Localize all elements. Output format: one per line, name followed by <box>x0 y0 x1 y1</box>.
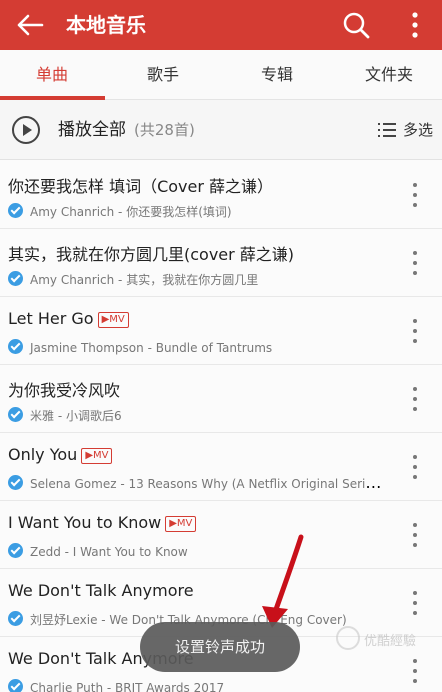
check-icon <box>8 543 23 558</box>
search-button[interactable] <box>336 5 376 45</box>
mv-badge[interactable]: ▶MV <box>165 516 197 532</box>
tab-folders[interactable]: 文件夹 <box>339 50 439 100</box>
song-title: 你还要我怎样 填词（Cover 薛之谦） <box>8 177 274 196</box>
multi-select-button[interactable]: 多选 <box>378 100 438 160</box>
page-title: 本地音乐 <box>66 13 146 37</box>
watermark-logo-icon <box>336 626 360 650</box>
list-item[interactable]: 你还要我怎样 填词（Cover 薛之谦） Amy Chanrich - 你还要我… <box>0 161 442 229</box>
check-icon <box>8 339 23 354</box>
back-button[interactable] <box>10 5 50 45</box>
song-subtitle: Amy Chanrich - 你还要我怎样(填词) <box>30 205 232 219</box>
row-more-button[interactable] <box>408 659 422 683</box>
row-more-button[interactable] <box>408 455 422 479</box>
list-item[interactable]: 为你我受冷风吹 米雅 - 小调歌后6 <box>0 365 442 433</box>
check-icon <box>8 611 23 626</box>
song-subtitle: Jasmine Thompson - Bundle of Tantrums <box>30 341 273 355</box>
list-item[interactable]: 其实，我就在你方圆几里(cover 薛之谦) Amy Chanrich - 其实… <box>0 229 442 297</box>
song-subtitle: 米雅 - 小调歌后6 <box>30 409 122 423</box>
row-more-button[interactable] <box>408 319 422 343</box>
song-title: I Want You to Know <box>8 513 162 532</box>
tab-artists[interactable]: 歌手 <box>113 50 213 100</box>
song-list: 你还要我怎样 填词（Cover 薛之谦） Amy Chanrich - 你还要我… <box>0 161 442 692</box>
row-more-button[interactable] <box>408 183 422 207</box>
row-more-button[interactable] <box>408 251 422 275</box>
tab-bar: 单曲 歌手 专辑 文件夹 <box>0 50 442 100</box>
mv-badge[interactable]: ▶MV <box>97 312 129 328</box>
search-icon <box>343 12 370 39</box>
check-icon <box>8 679 23 692</box>
play-all-bar: 播放全部 (共28首) 多选 <box>0 100 442 160</box>
list-item[interactable]: Let Her Go ▶MV Jasmine Thompson - Bundle … <box>0 297 442 365</box>
play-circle-icon[interactable] <box>12 116 40 144</box>
mv-badge[interactable]: ▶MV <box>81 448 113 464</box>
tab-albums[interactable]: 专辑 <box>227 50 327 100</box>
app-window: 本地音乐 单曲 歌手 专辑 文件夹 播放全部 (共28首) 多选 你还要我怎样 … <box>0 0 442 692</box>
check-icon <box>8 271 23 286</box>
song-subtitle: Selena Gomez - 13 Reasons Why (A Netflix… <box>30 477 383 491</box>
row-more-button[interactable] <box>408 387 422 411</box>
multi-select-label: 多选 <box>403 121 434 139</box>
watermark-text: 优酷經驗 <box>364 634 417 649</box>
top-bar: 本地音乐 <box>0 0 442 50</box>
more-options-button[interactable] <box>400 5 430 45</box>
song-title: 为你我受冷风吹 <box>8 381 121 400</box>
list-item[interactable]: Only You ▶MV Selena Gomez - 13 Reasons Wh… <box>0 433 442 501</box>
song-subtitle: Amy Chanrich - 其实，我就在你方圆几里 <box>30 273 259 287</box>
more-vertical-icon <box>412 12 418 38</box>
check-icon <box>8 475 23 490</box>
list-icon <box>378 122 396 137</box>
song-title: 其实，我就在你方圆几里(cover 薛之谦) <box>8 245 295 264</box>
song-count: (共28首) <box>134 121 195 139</box>
list-item[interactable]: I Want You to Know ▶MV Zedd - I Want You … <box>0 501 442 569</box>
song-title: We Don't Talk Anymore <box>8 581 194 600</box>
row-more-button[interactable] <box>408 523 422 547</box>
arrow-left-icon <box>17 14 44 36</box>
play-all-button[interactable]: 播放全部 <box>58 100 126 160</box>
check-icon <box>8 407 23 422</box>
song-subtitle: Charlie Puth - BRIT Awards 2017 <box>30 681 225 692</box>
toast-message: 设置铃声成功 <box>140 622 300 672</box>
song-title: Let Her Go <box>8 309 94 328</box>
song-title: Only You <box>8 445 78 464</box>
song-subtitle: Zedd - I Want You to Know <box>30 545 188 559</box>
row-more-button[interactable] <box>408 591 422 615</box>
tab-songs[interactable]: 单曲 <box>2 50 102 100</box>
check-icon <box>8 203 23 218</box>
